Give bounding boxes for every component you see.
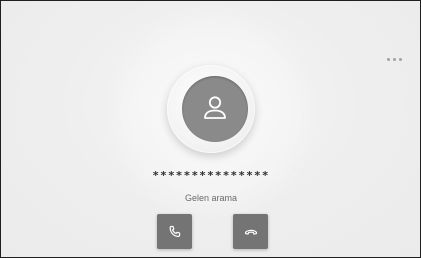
- more-options-button[interactable]: [387, 55, 407, 63]
- incoming-call-screen: *************** Gelen arama: [0, 0, 421, 258]
- phone-hangup-icon: [244, 229, 257, 235]
- more-dot: [387, 57, 390, 61]
- call-status-label: Gelen arama: [184, 193, 238, 203]
- phone-answer-icon: [169, 225, 180, 237]
- caller-number: ***************: [152, 169, 270, 182]
- avatar: [182, 76, 248, 142]
- person-icon: [204, 96, 226, 119]
- more-dot: [399, 57, 402, 61]
- decline-call-button[interactable]: [233, 214, 268, 249]
- answer-call-button[interactable]: [157, 214, 192, 249]
- more-dot: [393, 57, 396, 61]
